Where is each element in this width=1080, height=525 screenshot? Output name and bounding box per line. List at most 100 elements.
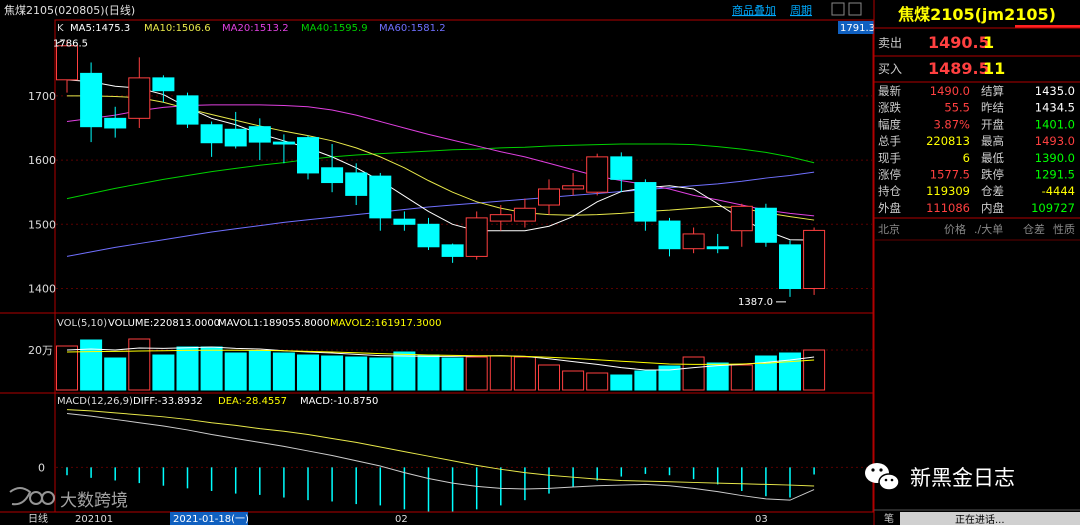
- candle-down: [393, 218, 416, 225]
- vol-legend-title: VOL(5,10): [57, 318, 107, 329]
- candle-up: [586, 156, 609, 193]
- quote-label: 开盘: [981, 117, 1004, 131]
- buy-qty: 11: [983, 59, 1005, 78]
- price-flag-value: 1791.3: [840, 23, 875, 34]
- quote-label: 最高: [981, 134, 1004, 148]
- macd-plot: 0: [38, 409, 873, 512]
- vol-legend: VOL(5,10) VOLUME:220813.0000MAVOL1:189055…: [57, 318, 441, 329]
- candle-up: [562, 185, 585, 190]
- volume-bar-down: [176, 346, 199, 391]
- tab-nature[interactable]: 性质: [1053, 222, 1075, 236]
- overlay-button[interactable]: 商品叠加: [732, 3, 776, 17]
- quote-value: 1577.5: [930, 168, 970, 182]
- k-y-tick-label: 1600: [28, 154, 56, 167]
- volume-bar-up: [586, 372, 609, 391]
- quote-label: 持仓: [878, 184, 901, 198]
- volume-bar-down: [706, 362, 729, 391]
- candle-down: [248, 126, 271, 143]
- tab-oi[interactable]: 仓差: [1023, 222, 1045, 236]
- quote-label: 涨停: [878, 168, 901, 182]
- volume-bar-up: [682, 356, 705, 391]
- diff-line: [66, 413, 815, 501]
- ma-legend-entry: MA20:1513.2: [222, 23, 289, 34]
- quote-value: 1435.0: [1035, 84, 1075, 98]
- candle-down: [80, 72, 103, 128]
- period-button[interactable]: 周期: [790, 4, 812, 17]
- quote-label: 外盘: [878, 201, 901, 215]
- macd-legend-entry: DIFF:-33.8932: [133, 396, 203, 407]
- ma-legend-entry: MA10:1506.6: [144, 23, 211, 34]
- candle-down: [224, 128, 247, 147]
- quote-value: 3.87%: [933, 117, 970, 131]
- quote-value: 1434.5: [1035, 101, 1075, 115]
- quote-value: 1490.0: [930, 84, 970, 98]
- candle-up: [513, 207, 536, 222]
- quote-value: 1291.5: [1035, 168, 1075, 182]
- candle-up: [730, 205, 753, 232]
- k-grid: [56, 95, 873, 290]
- candle-down: [297, 137, 319, 174]
- candle-up: [128, 77, 151, 119]
- candle-down: [321, 167, 344, 184]
- quote-label: 跌停: [981, 168, 1004, 182]
- quote-label: 昨结: [981, 101, 1004, 115]
- tab-volume[interactable]: ./大单: [974, 222, 1003, 236]
- tab-price[interactable]: 价格: [944, 222, 966, 236]
- ma-legend-entry: MA40:1595.9: [301, 23, 368, 34]
- candle-up: [538, 188, 560, 206]
- candle-down: [104, 117, 127, 129]
- quote-value: 109727: [1031, 201, 1075, 215]
- x-tick-label: 202101: [75, 514, 113, 525]
- x-tick-label: 03: [755, 514, 768, 525]
- volume-bar-up: [803, 349, 826, 391]
- macd-legend-entry: MACD:-10.8750: [300, 396, 378, 407]
- candlesticks: [56, 40, 826, 297]
- quote-value: -4444: [1042, 184, 1075, 198]
- candle-down: [779, 244, 801, 290]
- sell-price: 1490.5: [928, 33, 990, 52]
- volume-bar-down: [634, 370, 657, 391]
- volume-bar-up: [489, 355, 512, 391]
- pen-label[interactable]: 笔: [884, 512, 894, 525]
- low-label: 1387.0: [738, 297, 773, 308]
- k-y-tick-label: 1400: [28, 283, 56, 296]
- candle-down: [345, 172, 368, 196]
- candle-down: [634, 182, 657, 222]
- volume-bar-up: [562, 370, 585, 391]
- ma-legend-entry: MA60:1581.2: [379, 23, 446, 34]
- macd-zero-label: 0: [38, 461, 45, 474]
- quote-label: 最新: [878, 84, 901, 98]
- tab-region[interactable]: 北京: [878, 222, 900, 236]
- volume-bar-down: [345, 356, 368, 391]
- candle-down: [200, 124, 223, 144]
- volume-bar-down: [200, 346, 223, 391]
- sell-label: 卖出: [878, 36, 902, 50]
- vol-legend-entry: VOLUME:220813.0000: [108, 318, 220, 329]
- vol-legend-entry: MAVOL1:189055.8000: [218, 318, 329, 329]
- quote-value: 55.5: [944, 101, 970, 115]
- quote-value: 1390.0: [1035, 151, 1075, 165]
- candle-down: [152, 77, 175, 92]
- volume-bar-up: [730, 364, 753, 391]
- candle-down: [706, 246, 729, 250]
- cursor-date: 2021-01-18(一): [173, 514, 249, 525]
- brand-logo-icon: [9, 487, 55, 506]
- ma-legend-entry: MA5:1475.3: [70, 23, 130, 34]
- volume-bar-up: [513, 356, 536, 391]
- quote-value: 1493.0: [1035, 134, 1075, 148]
- sidebar-title: 焦煤2105(jm2105): [897, 5, 1056, 24]
- quote-label: 内盘: [981, 201, 1004, 215]
- quote-label: 仓差: [981, 184, 1004, 198]
- volume-bar-up: [128, 338, 151, 391]
- k-y-axis: 1400 1500 1600 1700: [28, 90, 56, 296]
- dea-line: [66, 409, 815, 487]
- macd-legend-entry: DEA:-28.4557: [218, 396, 287, 407]
- quote-value: 111086: [926, 201, 970, 215]
- brand-text: 大数跨境: [60, 491, 128, 511]
- x-tick-label: 02: [395, 514, 408, 525]
- volume-bar-down: [80, 339, 103, 391]
- macd-legend-title: MACD(12,26,9): [57, 396, 133, 407]
- quote-label: 涨跌: [878, 101, 901, 115]
- k-y-tick-label: 1500: [28, 218, 56, 231]
- volume-bar-down: [224, 352, 247, 391]
